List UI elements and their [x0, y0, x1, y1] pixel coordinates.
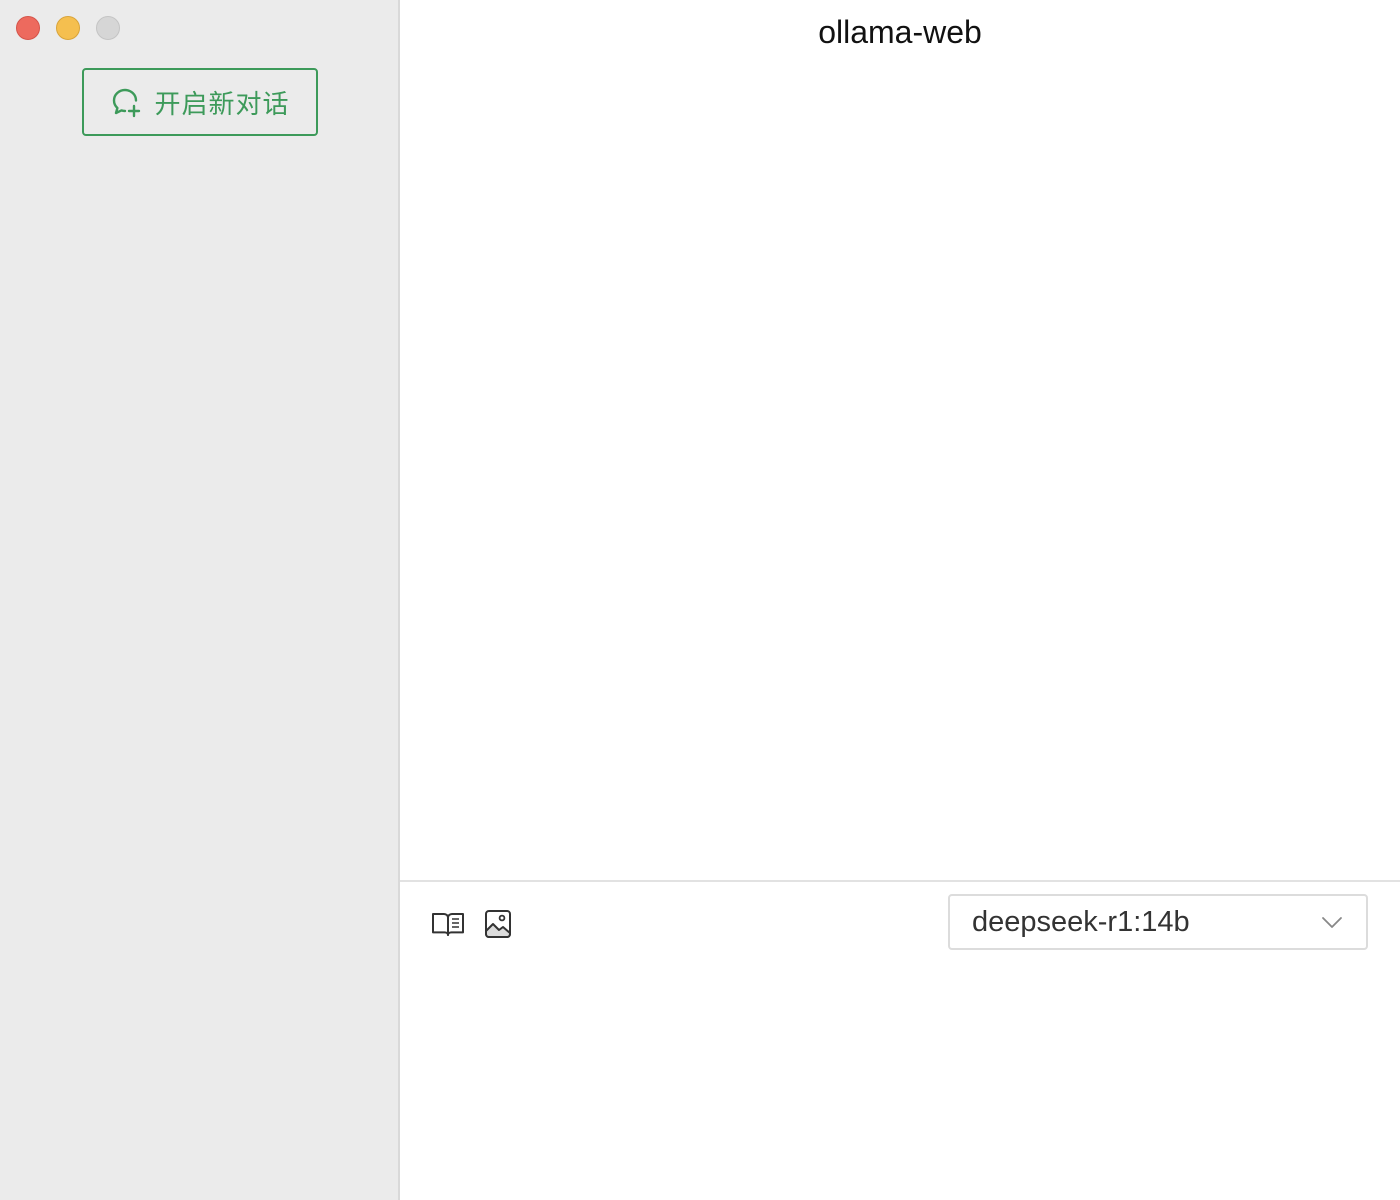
upload-image-button[interactable]	[480, 906, 516, 942]
new-chat-label: 开启新对话	[154, 89, 290, 120]
window-title: ollama-web	[818, 14, 982, 50]
chat-plus-icon	[110, 85, 144, 119]
image-icon	[484, 909, 512, 939]
book-icon	[431, 911, 465, 937]
new-chat-button[interactable]: 开启新对话	[82, 68, 318, 136]
close-window-button[interactable]	[16, 16, 40, 40]
knowledge-base-button[interactable]	[430, 906, 466, 942]
composer: deepseek-r1:14b	[400, 880, 1400, 1200]
message-input[interactable]	[430, 972, 1370, 1182]
chat-messages-area	[400, 70, 1400, 880]
app-window: 开启新对话 ollama-web deepseek-r1:14b	[0, 0, 1400, 1200]
minimize-window-button[interactable]	[56, 16, 80, 40]
chevron-down-icon	[1320, 910, 1344, 934]
model-select-value: deepseek-r1:14b	[972, 905, 1190, 938]
sidebar: 开启新对话	[0, 0, 400, 1200]
model-select[interactable]: deepseek-r1:14b	[948, 894, 1368, 950]
main-panel: ollama-web deepseek-r1:14b	[400, 0, 1400, 1200]
zoom-window-button[interactable]	[96, 16, 120, 40]
